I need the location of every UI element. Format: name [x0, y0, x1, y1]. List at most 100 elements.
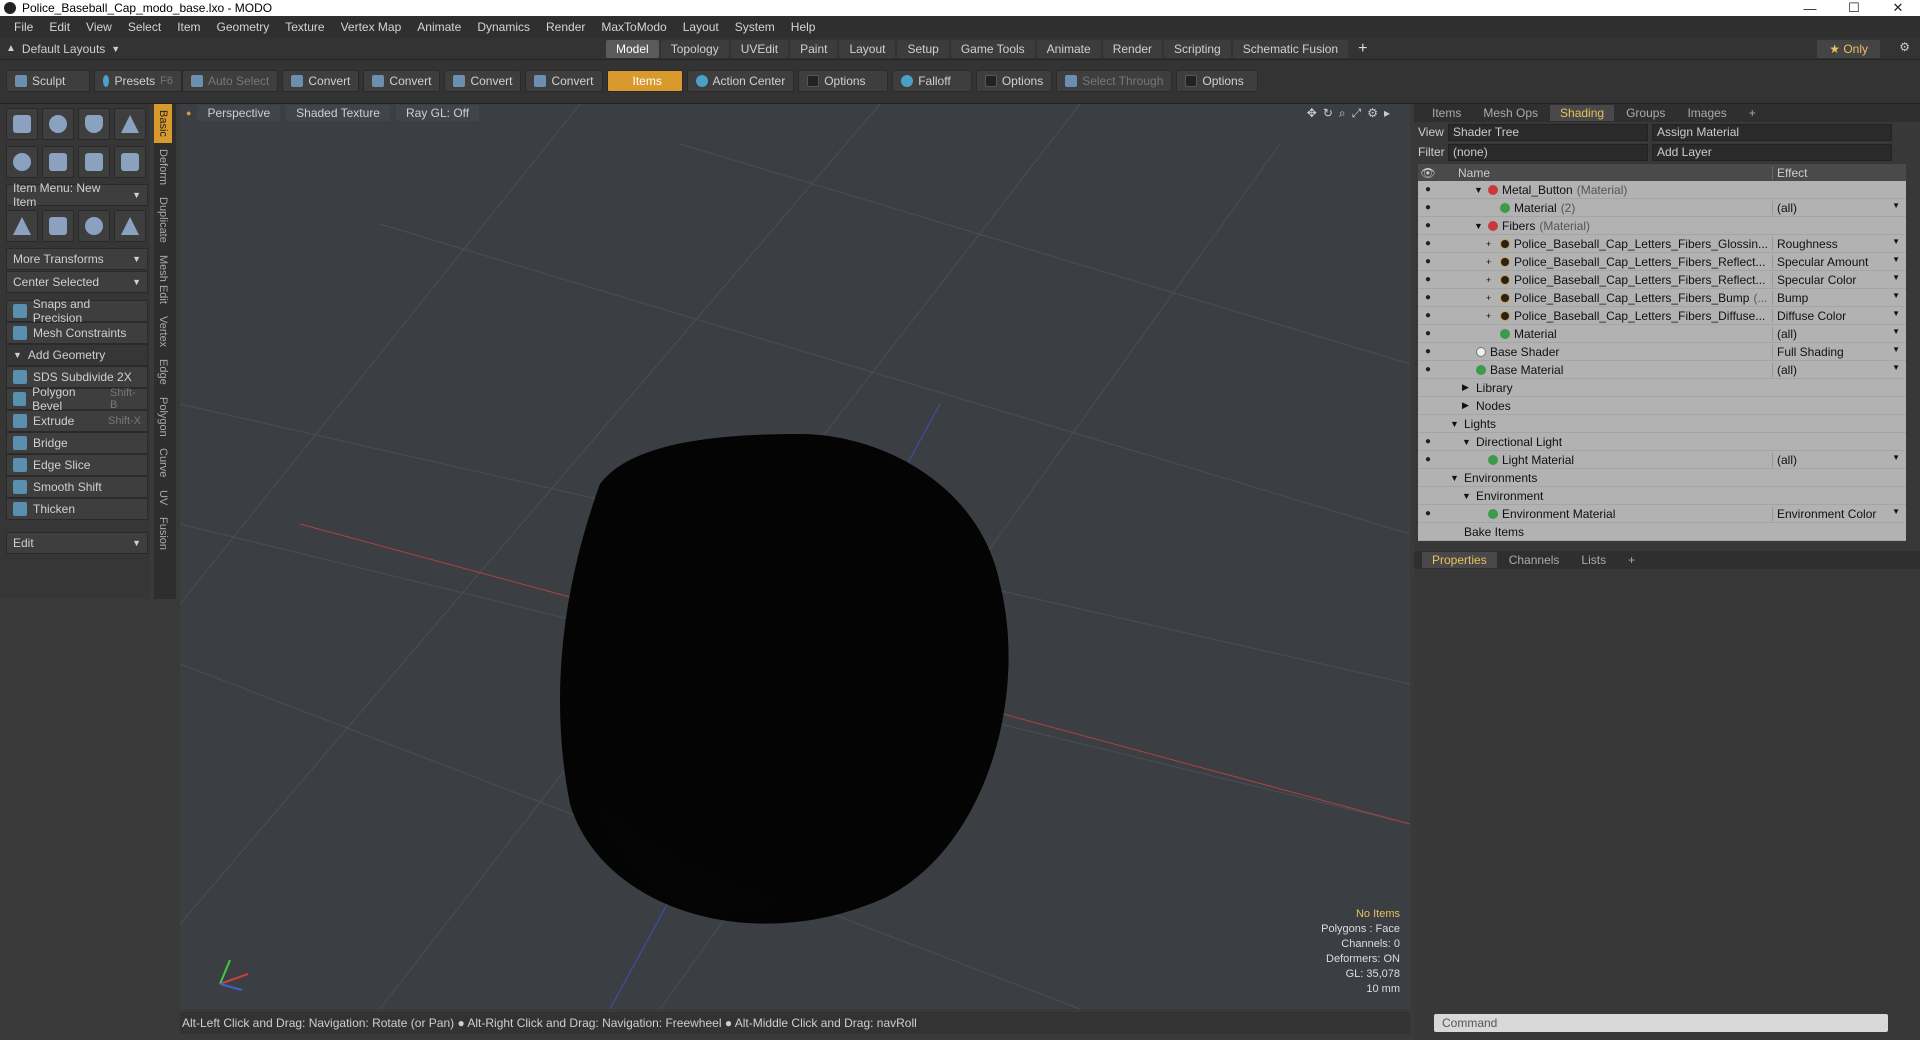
item-menu-dropdown[interactable]: Item Menu: New Item ▼	[6, 181, 148, 209]
menu-item[interactable]: Item	[169, 20, 208, 34]
tab-schematic-fusion[interactable]: Schematic Fusion	[1232, 39, 1349, 58]
pen-tool-button[interactable]	[78, 146, 110, 178]
torus-tool-button[interactable]	[6, 146, 38, 178]
convert-material-button[interactable]: Convert	[525, 70, 603, 92]
snaps-precision-button[interactable]: Snaps and Precision	[6, 297, 148, 325]
tab-topology[interactable]: Topology	[660, 39, 729, 58]
sidetab-edge[interactable]: Edge	[154, 353, 172, 391]
menu-view[interactable]: View	[78, 20, 120, 34]
more-transforms-dropdown[interactable]: More Transforms ▼	[6, 248, 148, 270]
grid-button[interactable]	[42, 210, 74, 242]
shader-tree-row[interactable]: ● Base Shader Full Shading ▼	[1418, 343, 1906, 361]
sidetab-curve[interactable]: Curve	[154, 442, 172, 483]
menu-system[interactable]: System	[727, 20, 783, 34]
view-dropdown[interactable]: Shader Tree	[1448, 123, 1648, 141]
edge-slice-button[interactable]: Edge Slice	[6, 454, 148, 476]
effect-dropdown[interactable]: (all) ▼	[1772, 452, 1906, 467]
viewport-menu-icon[interactable]: ●	[186, 108, 191, 118]
raygl-button[interactable]: Ray GL: Off	[395, 105, 480, 121]
visibility-eye-icon[interactable]: ●	[1418, 454, 1438, 465]
shader-tree-row[interactable]: ▼ Environment	[1418, 487, 1906, 505]
visibility-eye-icon[interactable]: ●	[1418, 184, 1438, 195]
shader-tree-row[interactable]: ▼ Lights	[1418, 415, 1906, 433]
shader-tree-row[interactable]: ● ▼ Directional Light	[1418, 433, 1906, 451]
visibility-eye-icon[interactable]: ●	[1418, 256, 1438, 267]
cone-tool-button[interactable]	[114, 108, 146, 140]
minimize-button[interactable]: —	[1788, 1, 1832, 16]
menu-animate[interactable]: Animate	[409, 20, 469, 34]
tab-scripting[interactable]: Scripting	[1164, 39, 1231, 58]
smooth-shift-button[interactable]: Smooth Shift	[6, 476, 148, 498]
visibility-eye-icon[interactable]: ●	[1418, 274, 1438, 285]
tab-items[interactable]: Items	[1422, 105, 1471, 121]
shader-tree-row[interactable]: ● Material (2) (all) ▼	[1418, 199, 1906, 217]
tab-shading[interactable]: Shading	[1550, 105, 1615, 121]
maximize-button[interactable]: ☐	[1832, 0, 1876, 16]
expand-toggle-icon[interactable]: +	[1486, 275, 1496, 285]
menu-edit[interactable]: Edit	[41, 20, 78, 34]
viewport-nav-icons[interactable]: ✥↻⌕⤢⚙▸	[1307, 106, 1396, 121]
close-button[interactable]: ✕	[1876, 0, 1920, 16]
tab-model[interactable]: Model	[606, 39, 659, 58]
shader-tree-row[interactable]: ● + Police_Baseball_Cap_Letters_Fibers_Dif…	[1418, 307, 1906, 325]
menu-maxtomodo[interactable]: MaxToModo	[593, 20, 674, 34]
menu-render[interactable]: Render	[538, 20, 593, 34]
visibility-eye-icon[interactable]: ●	[1418, 292, 1438, 303]
tube-tool-button[interactable]	[42, 146, 74, 178]
menu-geometry[interactable]: Geometry	[209, 20, 278, 34]
shader-tree-row[interactable]: ● Material (all) ▼	[1418, 325, 1906, 343]
locator-button[interactable]	[6, 210, 38, 242]
add-panel-tab-button[interactable]: +	[1739, 105, 1766, 121]
expand-toggle-icon[interactable]: ▼	[1474, 185, 1484, 195]
tab-render[interactable]: Render	[1102, 39, 1163, 58]
effect-dropdown[interactable]: Full Shading ▼	[1772, 344, 1906, 359]
shader-tree-row[interactable]: ● Light Material (all) ▼	[1418, 451, 1906, 469]
shader-tree-row[interactable]: ▶ Nodes	[1418, 397, 1906, 415]
gear-icon[interactable]: ⚙	[1899, 40, 1910, 54]
expand-toggle-icon[interactable]: ▼	[1462, 437, 1472, 447]
command-input[interactable]: Command	[1434, 1014, 1888, 1032]
effect-dropdown[interactable]: (all) ▼	[1772, 200, 1906, 215]
shader-tree-row[interactable]: Bake Items	[1418, 523, 1906, 541]
perspective-button[interactable]: Perspective	[197, 105, 281, 121]
shader-tree-row[interactable]: ▶ Library	[1418, 379, 1906, 397]
expand-toggle-icon[interactable]: ▶	[1462, 382, 1472, 393]
tab-properties[interactable]: Properties	[1422, 552, 1497, 568]
only-button[interactable]: ★ Only	[1817, 40, 1880, 58]
thicken-button[interactable]: Thicken	[6, 498, 148, 520]
effect-dropdown[interactable]: Diffuse Color ▼	[1772, 308, 1906, 323]
presets-button[interactable]: Presets F6	[94, 70, 182, 92]
expand-toggle-icon[interactable]: ▼	[1450, 473, 1460, 483]
expand-toggle-icon[interactable]: +	[1486, 293, 1496, 303]
shader-tree-row[interactable]: ● Base Material (all) ▼	[1418, 361, 1906, 379]
tab-channels[interactable]: Channels	[1499, 552, 1570, 568]
falloff-options-button[interactable]: Options	[976, 70, 1053, 92]
action-center-button[interactable]: Action Center	[686, 70, 795, 92]
expand-toggle-icon[interactable]: +	[1486, 257, 1496, 267]
visibility-eye-icon[interactable]: ●	[1418, 220, 1438, 231]
tab-lists[interactable]: Lists	[1571, 552, 1616, 568]
globe-button[interactable]	[78, 210, 110, 242]
menu-select[interactable]: Select	[120, 20, 169, 34]
expand-toggle-icon[interactable]: ▼	[1462, 491, 1472, 501]
convert-vertex-button[interactable]: Convert	[282, 70, 360, 92]
tab-animate[interactable]: Animate	[1036, 39, 1101, 58]
menu-texture[interactable]: Texture	[277, 20, 332, 34]
sidetab-basic[interactable]: Basic	[154, 104, 172, 143]
bridge-button[interactable]: Bridge	[6, 432, 148, 454]
menu-file[interactable]: File	[6, 20, 41, 34]
3d-viewport[interactable]: ● Perspective Shaded Texture Ray GL: Off…	[180, 104, 1410, 1009]
sidetab-polygon[interactable]: Polygon	[154, 391, 172, 443]
shader-tree-row[interactable]: ● Environment Material Environment Color ▼	[1418, 505, 1906, 523]
expand-toggle-icon[interactable]: +	[1486, 311, 1496, 321]
shaded-texture-button[interactable]: Shaded Texture	[286, 105, 390, 121]
sidetab-deform[interactable]: Deform	[154, 143, 172, 191]
tab-uvedit[interactable]: UVEdit	[730, 39, 789, 58]
add-tab-button[interactable]: +	[1358, 40, 1367, 58]
visibility-eye-icon[interactable]: ●	[1418, 328, 1438, 339]
tab-game-tools[interactable]: Game Tools	[950, 39, 1035, 58]
effect-dropdown[interactable]: (all) ▼	[1772, 326, 1906, 341]
menu-dynamics[interactable]: Dynamics	[469, 20, 538, 34]
sculpt-button[interactable]: Sculpt	[6, 70, 90, 92]
effect-dropdown[interactable]: Specular Color ▼	[1772, 272, 1906, 287]
